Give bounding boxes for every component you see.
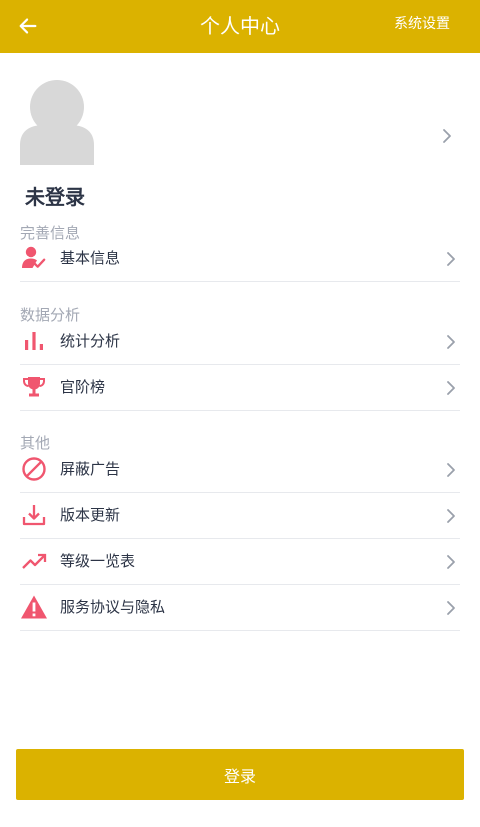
default-avatar-icon xyxy=(20,79,94,165)
block-icon xyxy=(20,456,48,482)
trophy-icon xyxy=(20,374,48,400)
menu-item-basic-info[interactable]: 基本信息 xyxy=(20,235,460,282)
menu-item-label: 服务协议与隐私 xyxy=(60,598,166,616)
menu-item-level-table[interactable]: 等级一览表 xyxy=(20,538,460,585)
menu-item-label: 基本信息 xyxy=(60,249,121,267)
system-settings-button[interactable]: 系统设置 xyxy=(394,0,450,48)
top-bar: 个人中心 系统设置 xyxy=(0,0,480,53)
chevron-right-icon xyxy=(447,509,455,523)
download-icon xyxy=(20,502,48,528)
menu-item-block-ads[interactable]: 屏蔽广告 xyxy=(20,446,460,493)
menu-item-version-update[interactable]: 版本更新 xyxy=(20,492,460,539)
menu-item-label: 屏蔽广告 xyxy=(60,460,121,478)
chevron-right-icon xyxy=(447,601,455,615)
menu-item-label: 版本更新 xyxy=(60,506,121,524)
menu-item-label: 等级一览表 xyxy=(60,552,136,570)
chevron-right-icon xyxy=(447,463,455,477)
chevron-right-icon xyxy=(443,129,451,143)
menu-item-terms-privacy[interactable]: 服务协议与隐私 xyxy=(20,584,460,631)
bar-chart-icon xyxy=(20,328,48,354)
menu-item-label: 官阶榜 xyxy=(60,378,106,396)
chevron-right-icon xyxy=(447,555,455,569)
profile-card[interactable]: 未登录 xyxy=(0,54,480,214)
username-label: 未登录 xyxy=(25,185,85,209)
menu-item-label: 统计分析 xyxy=(60,332,121,350)
chevron-right-icon xyxy=(447,335,455,349)
login-button[interactable]: 登录 xyxy=(16,749,464,800)
user-check-icon xyxy=(20,245,48,271)
menu-item-statistics[interactable]: 统计分析 xyxy=(20,318,460,365)
menu-item-ranking[interactable]: 官阶榜 xyxy=(20,364,460,411)
chevron-right-icon xyxy=(447,381,455,395)
warning-icon xyxy=(20,594,48,620)
chevron-right-icon xyxy=(447,252,455,266)
trending-up-icon xyxy=(20,548,48,574)
